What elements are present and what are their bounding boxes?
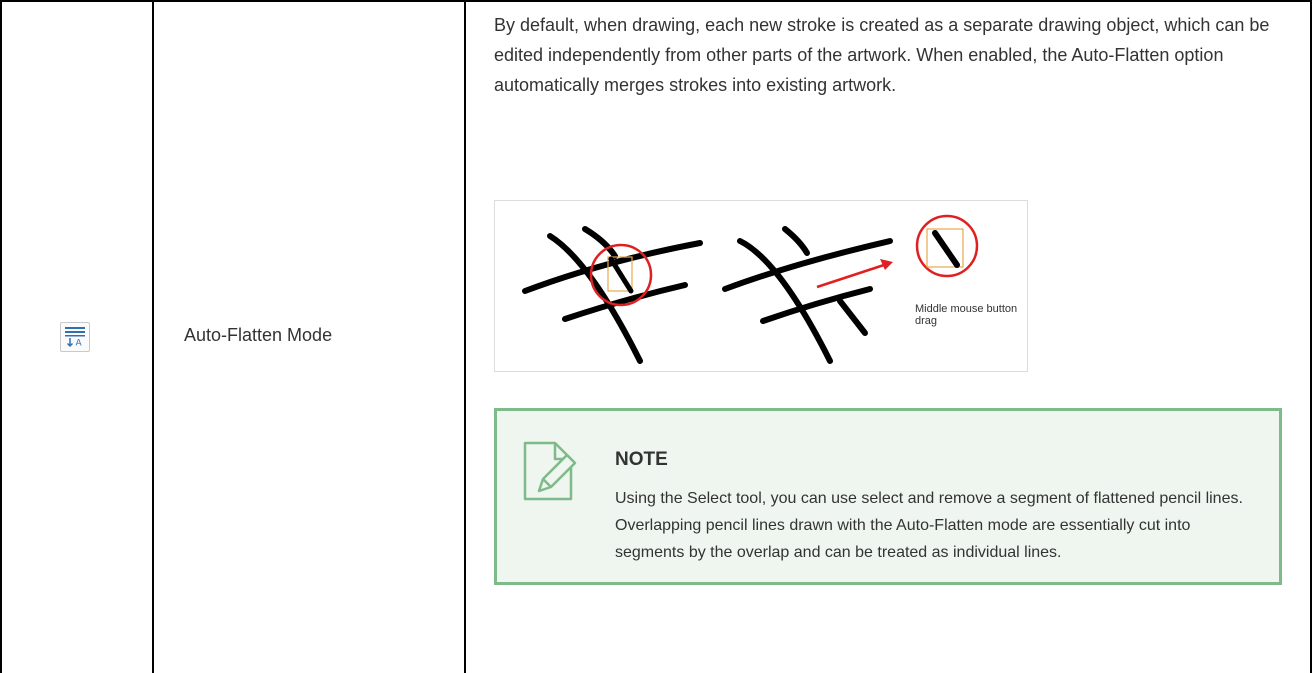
svg-text:A: A bbox=[76, 339, 83, 349]
auto-flatten-icon: A bbox=[60, 322, 90, 352]
table-column-divider bbox=[464, 0, 466, 673]
tool-description: By default, when drawing, each new strok… bbox=[494, 15, 1270, 95]
note-body: Using the Select tool, you can use selec… bbox=[615, 490, 1243, 561]
note-title: NOTE bbox=[615, 449, 668, 470]
auto-flatten-illustration: Middle mouse button drag bbox=[494, 200, 1028, 372]
tool-name: Auto-Flatten Mode bbox=[184, 325, 333, 345]
table-column-divider bbox=[0, 0, 2, 673]
table-top-border bbox=[0, 0, 1312, 2]
note-pencil-icon bbox=[521, 441, 581, 508]
note-box: NOTE Using the Select tool, you can use … bbox=[494, 408, 1282, 585]
table-column-divider bbox=[152, 0, 154, 673]
figure-caption: Middle mouse button drag bbox=[915, 303, 1018, 327]
